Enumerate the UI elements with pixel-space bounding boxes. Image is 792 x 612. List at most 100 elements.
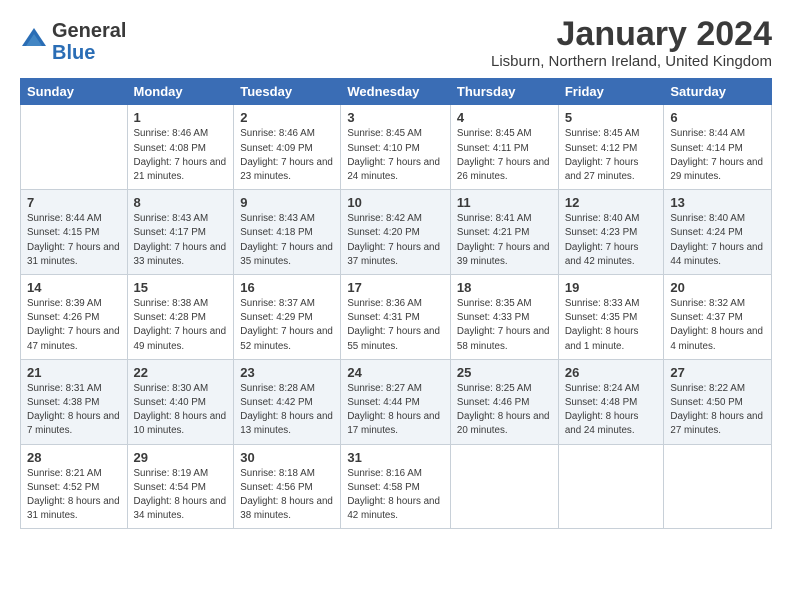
calendar-cell: 18Sunrise: 8:35 AMSunset: 4:33 PMDayligh… xyxy=(450,275,558,360)
calendar-cell: 28Sunrise: 8:21 AMSunset: 4:52 PMDayligh… xyxy=(21,444,128,529)
day-detail: Sunrise: 8:45 AMSunset: 4:12 PMDaylight:… xyxy=(565,127,658,184)
calendar-week-1: 1 Sunrise: 8:46 AMSunset: 4:08 PMDaylight… xyxy=(21,105,772,190)
day-detail: Sunrise: 8:21 AMSunset: 4:52 PMDaylight:… xyxy=(27,467,121,524)
calendar-cell: 9 Sunrise: 8:43 AMSunset: 4:18 PMDaylight… xyxy=(234,190,341,275)
day-detail: Sunrise: 8:30 AMSunset: 4:40 PMDaylight:… xyxy=(134,382,228,439)
day-detail: Sunrise: 8:24 AMSunset: 4:48 PMDaylight:… xyxy=(565,382,658,439)
logo-icon xyxy=(20,26,48,54)
calendar-cell: 7 Sunrise: 8:44 AMSunset: 4:15 PMDaylight… xyxy=(21,190,128,275)
day-number: 9 xyxy=(240,195,334,210)
calendar-cell: 13 Sunrise: 8:40 AMSunset: 4:24 PMDayligh… xyxy=(664,190,772,275)
day-number: 13 xyxy=(670,195,765,210)
calendar-week-4: 21 Sunrise: 8:31 AMSunset: 4:38 PMDayligh… xyxy=(21,359,772,444)
day-detail: Sunrise: 8:18 AMSunset: 4:56 PMDaylight:… xyxy=(240,467,334,524)
calendar-cell: 3 Sunrise: 8:45 AMSunset: 4:10 PMDaylight… xyxy=(341,105,451,190)
day-number: 5 xyxy=(565,110,658,125)
calendar-cell: 12Sunrise: 8:40 AMSunset: 4:23 PMDayligh… xyxy=(558,190,664,275)
calendar-cell: 19Sunrise: 8:33 AMSunset: 4:35 PMDayligh… xyxy=(558,275,664,360)
day-number: 6 xyxy=(670,110,765,125)
month-title: January 2024 xyxy=(491,16,772,53)
calendar-cell: 21 Sunrise: 8:31 AMSunset: 4:38 PMDayligh… xyxy=(21,359,128,444)
day-header-saturday: Saturday xyxy=(664,79,772,105)
day-number: 4 xyxy=(457,110,552,125)
day-number: 20 xyxy=(670,280,765,295)
calendar-week-3: 14Sunrise: 8:39 AMSunset: 4:26 PMDayligh… xyxy=(21,275,772,360)
day-number: 24 xyxy=(347,365,444,380)
calendar-cell: 23Sunrise: 8:28 AMSunset: 4:42 PMDayligh… xyxy=(234,359,341,444)
calendar-week-2: 7 Sunrise: 8:44 AMSunset: 4:15 PMDaylight… xyxy=(21,190,772,275)
calendar-cell: 11 Sunrise: 8:41 AMSunset: 4:21 PMDayligh… xyxy=(450,190,558,275)
calendar-cell xyxy=(21,105,128,190)
day-header-wednesday: Wednesday xyxy=(341,79,451,105)
day-number: 27 xyxy=(670,365,765,380)
calendar-cell xyxy=(664,444,772,529)
day-number: 16 xyxy=(240,280,334,295)
calendar-body: 1 Sunrise: 8:46 AMSunset: 4:08 PMDaylight… xyxy=(21,105,772,529)
calendar-cell: 24Sunrise: 8:27 AMSunset: 4:44 PMDayligh… xyxy=(341,359,451,444)
calendar-cell: 10Sunrise: 8:42 AMSunset: 4:20 PMDayligh… xyxy=(341,190,451,275)
calendar-cell: 29 Sunrise: 8:19 AMSunset: 4:54 PMDayligh… xyxy=(127,444,234,529)
day-number: 26 xyxy=(565,365,658,380)
day-header-monday: Monday xyxy=(127,79,234,105)
calendar-cell: 16 Sunrise: 8:37 AMSunset: 4:29 PMDayligh… xyxy=(234,275,341,360)
calendar-table: SundayMondayTuesdayWednesdayThursdayFrid… xyxy=(20,78,772,529)
day-detail: Sunrise: 8:19 AMSunset: 4:54 PMDaylight:… xyxy=(134,467,228,524)
day-detail: Sunrise: 8:41 AMSunset: 4:21 PMDaylight:… xyxy=(457,212,552,269)
day-detail: Sunrise: 8:31 AMSunset: 4:38 PMDaylight:… xyxy=(27,382,121,439)
calendar-cell: 22 Sunrise: 8:30 AMSunset: 4:40 PMDayligh… xyxy=(127,359,234,444)
calendar-cell: 8 Sunrise: 8:43 AMSunset: 4:17 PMDaylight… xyxy=(127,190,234,275)
day-number: 31 xyxy=(347,450,444,465)
day-detail: Sunrise: 8:40 AMSunset: 4:24 PMDaylight:… xyxy=(670,212,765,269)
day-detail: Sunrise: 8:44 AMSunset: 4:15 PMDaylight:… xyxy=(27,212,121,269)
calendar-cell: 27Sunrise: 8:22 AMSunset: 4:50 PMDayligh… xyxy=(664,359,772,444)
day-detail: Sunrise: 8:37 AMSunset: 4:29 PMDaylight:… xyxy=(240,297,334,354)
day-number: 12 xyxy=(565,195,658,210)
day-number: 7 xyxy=(27,195,121,210)
calendar-cell: 17Sunrise: 8:36 AMSunset: 4:31 PMDayligh… xyxy=(341,275,451,360)
calendar-cell: 20 Sunrise: 8:32 AMSunset: 4:37 PMDayligh… xyxy=(664,275,772,360)
day-header-friday: Friday xyxy=(558,79,664,105)
day-detail: Sunrise: 8:28 AMSunset: 4:42 PMDaylight:… xyxy=(240,382,334,439)
calendar-week-5: 28Sunrise: 8:21 AMSunset: 4:52 PMDayligh… xyxy=(21,444,772,529)
day-header-tuesday: Tuesday xyxy=(234,79,341,105)
calendar-cell: 14Sunrise: 8:39 AMSunset: 4:26 PMDayligh… xyxy=(21,275,128,360)
day-detail: Sunrise: 8:45 AMSunset: 4:10 PMDaylight:… xyxy=(347,127,444,184)
day-detail: Sunrise: 8:45 AMSunset: 4:11 PMDaylight:… xyxy=(457,127,552,184)
calendar-cell: 6 Sunrise: 8:44 AMSunset: 4:14 PMDaylight… xyxy=(664,105,772,190)
day-detail: Sunrise: 8:44 AMSunset: 4:14 PMDaylight:… xyxy=(670,127,765,184)
day-number: 15 xyxy=(134,280,228,295)
calendar-cell: 4 Sunrise: 8:45 AMSunset: 4:11 PMDaylight… xyxy=(450,105,558,190)
day-number: 21 xyxy=(27,365,121,380)
day-number: 11 xyxy=(457,195,552,210)
calendar-header-row: SundayMondayTuesdayWednesdayThursdayFrid… xyxy=(21,79,772,105)
day-number: 22 xyxy=(134,365,228,380)
day-number: 30 xyxy=(240,450,334,465)
day-number: 19 xyxy=(565,280,658,295)
day-detail: Sunrise: 8:46 AMSunset: 4:08 PMDaylight:… xyxy=(134,127,228,184)
title-block: January 2024 Lisburn, Northern Ireland, … xyxy=(491,16,772,70)
calendar-cell: 1 Sunrise: 8:46 AMSunset: 4:08 PMDaylight… xyxy=(127,105,234,190)
day-detail: Sunrise: 8:25 AMSunset: 4:46 PMDaylight:… xyxy=(457,382,552,439)
day-detail: Sunrise: 8:42 AMSunset: 4:20 PMDaylight:… xyxy=(347,212,444,269)
calendar-cell: 25 Sunrise: 8:25 AMSunset: 4:46 PMDayligh… xyxy=(450,359,558,444)
day-detail: Sunrise: 8:43 AMSunset: 4:18 PMDaylight:… xyxy=(240,212,334,269)
day-number: 2 xyxy=(240,110,334,125)
day-header-thursday: Thursday xyxy=(450,79,558,105)
day-detail: Sunrise: 8:38 AMSunset: 4:28 PMDaylight:… xyxy=(134,297,228,354)
day-number: 3 xyxy=(347,110,444,125)
day-detail: Sunrise: 8:39 AMSunset: 4:26 PMDaylight:… xyxy=(27,297,121,354)
logo-general-text: General xyxy=(52,20,126,42)
calendar-cell: 26 Sunrise: 8:24 AMSunset: 4:48 PMDayligh… xyxy=(558,359,664,444)
calendar-cell: 5 Sunrise: 8:45 AMSunset: 4:12 PMDaylight… xyxy=(558,105,664,190)
day-number: 8 xyxy=(134,195,228,210)
day-detail: Sunrise: 8:16 AMSunset: 4:58 PMDaylight:… xyxy=(347,467,444,524)
day-detail: Sunrise: 8:32 AMSunset: 4:37 PMDaylight:… xyxy=(670,297,765,354)
calendar-cell: 31 Sunrise: 8:16 AMSunset: 4:58 PMDayligh… xyxy=(341,444,451,529)
logo: General Blue xyxy=(20,20,126,64)
day-header-sunday: Sunday xyxy=(21,79,128,105)
day-number: 25 xyxy=(457,365,552,380)
day-detail: Sunrise: 8:43 AMSunset: 4:17 PMDaylight:… xyxy=(134,212,228,269)
day-number: 1 xyxy=(134,110,228,125)
day-number: 17 xyxy=(347,280,444,295)
day-number: 29 xyxy=(134,450,228,465)
